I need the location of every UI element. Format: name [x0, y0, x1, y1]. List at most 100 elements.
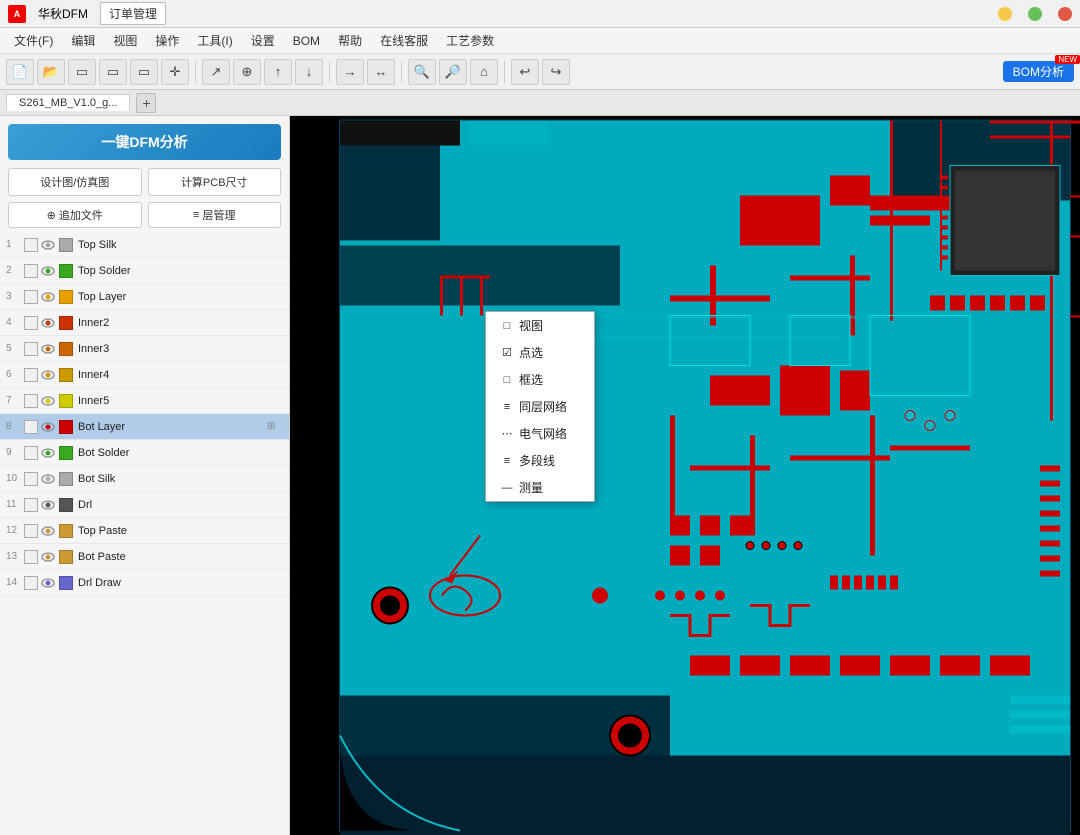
layer-visibility-icon[interactable]: [40, 576, 56, 590]
context-menu-item-3[interactable]: ≡ 同层网络: [486, 393, 594, 420]
layer-visibility-icon[interactable]: [40, 316, 56, 330]
layer-checkbox[interactable]: [24, 446, 38, 460]
tool-arrow[interactable]: ↗: [202, 59, 230, 85]
layer-checkbox[interactable]: [24, 264, 38, 278]
layer-visibility-icon[interactable]: [40, 238, 56, 252]
layer-visibility-icon[interactable]: [40, 394, 56, 408]
tool-up[interactable]: ↑: [264, 59, 292, 85]
layer-color-swatch: [59, 368, 73, 382]
layer-row-top-layer[interactable]: 3 Top Layer: [0, 284, 289, 310]
tool-flip[interactable]: ↔: [367, 59, 395, 85]
expand-icon[interactable]: ⊞: [267, 421, 283, 432]
ctx-item-label: 点选: [519, 344, 543, 361]
context-menu-item-1[interactable]: ☑ 点选: [486, 339, 594, 366]
layer-checkbox[interactable]: [24, 238, 38, 252]
file-tab[interactable]: S261_MB_V1.0_g...: [6, 94, 130, 111]
layer-checkbox[interactable]: [24, 290, 38, 304]
layer-visibility-icon[interactable]: [40, 524, 56, 538]
layer-name-label: Drl: [78, 499, 283, 511]
context-menu-item-2[interactable]: □ 框选: [486, 366, 594, 393]
menu-edit[interactable]: 编辑: [63, 30, 103, 51]
layer-row-bot-paste[interactable]: 13 Bot Paste: [0, 544, 289, 570]
add-tab-button[interactable]: +: [136, 93, 156, 113]
ctx-item-label: 同层网络: [519, 398, 567, 415]
menu-process[interactable]: 工艺参数: [438, 30, 502, 51]
context-menu-item-4[interactable]: ⋯ 电气网络: [486, 420, 594, 447]
menu-file[interactable]: 文件(F): [6, 30, 61, 51]
tool-rect1[interactable]: ▭: [68, 59, 96, 85]
layer-row-top-silk[interactable]: 1 Top Silk: [0, 232, 289, 258]
layer-visibility-icon[interactable]: [40, 420, 56, 434]
tool-down[interactable]: ↓: [295, 59, 323, 85]
tool-undo[interactable]: ↩: [511, 59, 539, 85]
layer-row-inner3[interactable]: 5 Inner3: [0, 336, 289, 362]
layer-row-bot-silk[interactable]: 10 Bot Silk: [0, 466, 289, 492]
tool-redo[interactable]: ↪: [542, 59, 570, 85]
menu-operate[interactable]: 操作: [147, 30, 187, 51]
menu-settings[interactable]: 设置: [243, 30, 283, 51]
tool-home[interactable]: ⌂: [470, 59, 498, 85]
tool-new[interactable]: 📄: [6, 59, 34, 85]
layer-checkbox[interactable]: [24, 550, 38, 564]
layer-row-inner5[interactable]: 7 Inner5: [0, 388, 289, 414]
layer-visibility-icon[interactable]: [40, 550, 56, 564]
maximize-button[interactable]: [1028, 7, 1042, 21]
layer-checkbox[interactable]: [24, 576, 38, 590]
tool-open[interactable]: 📂: [37, 59, 65, 85]
layer-checkbox[interactable]: [24, 316, 38, 330]
layer-visibility-icon[interactable]: [40, 368, 56, 382]
layer-visibility-icon[interactable]: [40, 498, 56, 512]
context-menu-item-6[interactable]: — 测量: [486, 474, 594, 501]
close-button[interactable]: [1058, 7, 1072, 21]
layer-row-drl-draw[interactable]: 14 Drl Draw: [0, 570, 289, 596]
layer-row-inner2[interactable]: 4 Inner2: [0, 310, 289, 336]
layer-num: 8: [6, 421, 24, 432]
tool-rect3[interactable]: ▭: [130, 59, 158, 85]
menu-tools[interactable]: 工具(I): [189, 30, 240, 51]
layer-visibility-icon[interactable]: [40, 446, 56, 460]
layer-checkbox[interactable]: [24, 472, 38, 486]
design-view-button[interactable]: 设计图/仿真图: [8, 168, 142, 196]
order-mgmt-tab[interactable]: 订单管理: [100, 2, 166, 25]
canvas-area[interactable]: □ 视图 ☑ 点选 □ 框选 ≡ 同层网络 ⋯ 电气网络 ≡ 多段线 — 测量: [290, 116, 1080, 835]
menu-bar: 文件(F) 编辑 视图 操作 工具(I) 设置 BOM 帮助 在线客服 工艺参数: [0, 28, 1080, 54]
ctx-item-icon: —: [500, 481, 514, 495]
layer-row-bot-layer[interactable]: 8 Bot Layer ⊞: [0, 414, 289, 440]
layer-checkbox[interactable]: [24, 342, 38, 356]
layer-color-swatch: [59, 498, 73, 512]
menu-view[interactable]: 视图: [105, 30, 145, 51]
tool-zoom-out[interactable]: 🔎: [439, 59, 467, 85]
menu-help[interactable]: 帮助: [330, 30, 370, 51]
layer-checkbox[interactable]: [24, 420, 38, 434]
layer-row-inner4[interactable]: 6 Inner4: [0, 362, 289, 388]
context-menu-item-0[interactable]: □ 视图: [486, 312, 594, 339]
layer-row-bot-solder[interactable]: 9 Bot Solder: [0, 440, 289, 466]
dfm-analysis-button[interactable]: 一键DFM分析: [8, 124, 281, 160]
tool-move-right[interactable]: →: [336, 59, 364, 85]
layer-visibility-icon[interactable]: [40, 290, 56, 304]
layer-checkbox[interactable]: [24, 498, 38, 512]
layer-checkbox[interactable]: [24, 368, 38, 382]
layer-row-top-solder[interactable]: 2 Top Solder: [0, 258, 289, 284]
layer-row-drl[interactable]: 11 Drl: [0, 492, 289, 518]
layer-checkbox[interactable]: [24, 524, 38, 538]
layer-mgmt-button[interactable]: ≡ 层管理: [148, 202, 282, 228]
layer-visibility-icon[interactable]: [40, 472, 56, 486]
layer-visibility-icon[interactable]: [40, 342, 56, 356]
menu-online[interactable]: 在线客服: [372, 30, 436, 51]
tool-cursor[interactable]: ✛: [161, 59, 189, 85]
calc-pcb-button[interactable]: 计算PCB尺寸: [148, 168, 282, 196]
add-file-button[interactable]: ⊕ 追加文件: [8, 202, 142, 228]
menu-bom[interactable]: BOM: [285, 32, 328, 50]
minimize-button[interactable]: [998, 7, 1012, 21]
layer-name-label: Inner4: [78, 369, 283, 381]
layer-visibility-icon[interactable]: [40, 264, 56, 278]
tool-select[interactable]: ⊕: [233, 59, 261, 85]
ctx-item-icon: ≡: [500, 400, 514, 414]
context-menu-item-5[interactable]: ≡ 多段线: [486, 447, 594, 474]
tool-rect2[interactable]: ▭: [99, 59, 127, 85]
bom-analysis-button[interactable]: BOM分析 NEW: [1003, 61, 1074, 82]
tool-zoom-in[interactable]: 🔍: [408, 59, 436, 85]
layer-row-top-paste[interactable]: 12 Top Paste: [0, 518, 289, 544]
layer-checkbox[interactable]: [24, 394, 38, 408]
